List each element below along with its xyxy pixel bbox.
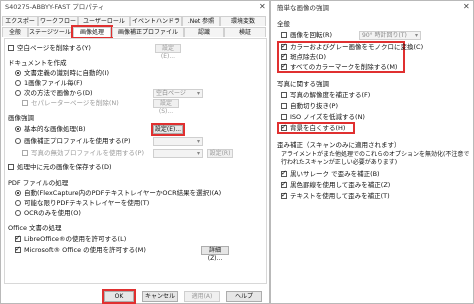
skew-text-checkbox[interactable] xyxy=(281,191,287,199)
pdf-ocr-radio[interactable] xyxy=(15,210,21,216)
doc-per-file-radio[interactable] xyxy=(15,80,21,86)
rotate-combo[interactable]: 90° 時計回り(T) ▾ xyxy=(359,31,421,40)
tab-recognition[interactable]: 認識 xyxy=(184,27,224,37)
title-bar: S40275-ABBYY-FAST プロパティ ✕ xyxy=(1,1,269,14)
skew-heading: 歪み補正（スキャンのみに適用されます） xyxy=(277,141,401,149)
rotate-checkbox[interactable] xyxy=(281,32,287,38)
despeckle-checkbox[interactable] xyxy=(281,52,287,60)
apply-button[interactable]: 適用(A) xyxy=(184,291,220,302)
write-profile-combo[interactable]: ▾ xyxy=(153,149,203,158)
doc-method-label: 次の方法で画像から(D) xyxy=(24,89,93,97)
skew-description-line1: アライメントがまた他処理でのこれらのオプションを無効化(不注意で xyxy=(281,151,470,158)
separator-label: セパレーターページを削除(N) xyxy=(31,99,119,107)
close-icon[interactable]: ✕ xyxy=(259,3,266,11)
libre-office-checkbox[interactable] xyxy=(15,234,21,242)
profile-settings-button[interactable]: 設定(R) xyxy=(207,149,233,158)
whiten-background-checkbox[interactable] xyxy=(281,123,287,131)
keep-original-checkbox[interactable] xyxy=(8,164,14,170)
tab-event-handler[interactable]: イベントハンドラ xyxy=(130,16,182,26)
chevron-down-icon: ▾ xyxy=(196,90,200,97)
pdf-auto-label: 自動(FlexCapture内のPDFテキストレイヤーかOCR結果を選択)(A) xyxy=(24,189,222,197)
black-bar-label: 黒いサレーク で歪みを補正(B) xyxy=(290,170,380,178)
image-enhance-heading: 画像強調 xyxy=(8,114,34,122)
pdf-text-label: 可能な限りPDFテキストレイヤーを使用(T) xyxy=(24,199,150,207)
simple-enhance-dialog: 簡単な画像の強調 ✕ 全般 画像を回転(R) 90° 時計回り(T) ▾ カラーお… xyxy=(270,0,474,304)
tab-workflow[interactable]: ワークフロー xyxy=(38,16,78,26)
rotate-label: 画像を回転(R) xyxy=(290,31,333,39)
doc-auto-label: 文書定義の識別時に自動的(I) xyxy=(24,69,109,77)
auto-crop-checkbox[interactable] xyxy=(281,103,287,109)
remove-color-label: すべてのカラーマークを削除する(M) xyxy=(290,63,398,71)
photo-heading: 写真に関する強調 xyxy=(277,80,329,88)
tab-export[interactable]: エクスポート xyxy=(2,16,38,34)
chevron-down-icon: ▾ xyxy=(196,150,200,157)
pdf-text-radio[interactable] xyxy=(15,200,21,206)
tab-general[interactable]: 全般 xyxy=(2,27,28,37)
ok-button[interactable]: OK xyxy=(102,289,136,304)
blank-pages-label: 空白ページを削除する(Y) xyxy=(17,44,91,52)
blank-pages-checkbox[interactable] xyxy=(8,45,14,51)
ms-office-checkbox[interactable] xyxy=(15,245,21,253)
office-heading: Office 文書の処理 xyxy=(8,224,62,232)
pdf-heading: PDF ファイルの処理 xyxy=(8,179,69,187)
tab-net-reference[interactable]: .Net 参照 xyxy=(182,16,220,26)
doc-method-combo[interactable]: 空白ページ ▾ xyxy=(153,89,203,98)
write-profile-label: 写真の無効プロファイルを使用する(P) xyxy=(31,149,144,157)
skew-lines-checkbox[interactable] xyxy=(281,180,287,188)
whiten-background-label: 背景を白くする(H) xyxy=(290,124,346,132)
tab-verification[interactable]: 検証 xyxy=(224,27,266,37)
chevron-down-icon: ▾ xyxy=(414,32,418,39)
doc-per-file-label: 1画像ファイル毎(F) xyxy=(24,79,83,87)
correct-resolution-label: 写真の解像度を補正する(F) xyxy=(290,91,371,99)
cancel-button[interactable]: キャンセル xyxy=(142,291,178,302)
remove-color-checkbox[interactable] xyxy=(281,62,287,70)
correct-resolution-checkbox[interactable] xyxy=(281,92,287,98)
black-bar-checkbox[interactable] xyxy=(281,169,287,177)
tab-image-processing[interactable]: 画像処理 xyxy=(71,25,113,39)
libre-office-label: LibreOffice®の使用を許可する(L) xyxy=(24,235,127,243)
window-title: S40275-ABBYY-FAST プロパティ xyxy=(5,3,105,11)
tab-image-profile[interactable]: 画像補正プロファイル xyxy=(112,27,184,37)
doc-split-heading: ドキュメントを作成 xyxy=(8,59,67,67)
tab-stage-tools[interactable]: ステージツール xyxy=(28,27,72,37)
basic-processing-settings-button[interactable]: 設定(E)... xyxy=(151,123,185,136)
separator-settings-button[interactable]: 設定(S)... xyxy=(153,99,179,115)
iso-noise-checkbox[interactable] xyxy=(281,114,287,120)
keep-original-label: 処理中に元の画像を保存する(D) xyxy=(17,163,112,171)
close-icon[interactable]: ✕ xyxy=(463,3,470,11)
ms-office-label: Microsoft® Office の使用を許可する(M) xyxy=(24,246,146,254)
details-button[interactable]: 詳細(Z)... xyxy=(201,246,229,262)
skew-description-line2: 行われたスキャンが正しい必要があります) xyxy=(281,159,398,166)
pdf-ocr-label: OCRのみを使用(O) xyxy=(24,209,81,217)
write-profile-checkbox[interactable] xyxy=(22,150,28,156)
blank-pages-settings-button[interactable]: 設定(E)... xyxy=(155,44,181,60)
tab-user-role[interactable]: ユーザーロール xyxy=(78,16,130,26)
profile-combo[interactable]: ▾ xyxy=(153,137,203,146)
enhance-dialog-title: 簡単な画像の強調 xyxy=(277,4,329,12)
pdf-auto-radio[interactable] xyxy=(15,190,21,196)
basic-processing-label: 基本的な画像処理(B) xyxy=(24,125,86,133)
chevron-down-icon: ▾ xyxy=(196,138,200,145)
general-heading: 全般 xyxy=(277,20,290,28)
despeckle-label: 斑点除去(D) xyxy=(290,53,327,61)
auto-crop-label: 自動切り抜き(P) xyxy=(290,102,338,110)
tab-env-vars[interactable]: 環境変数 xyxy=(220,16,266,26)
basic-processing-radio[interactable] xyxy=(15,126,21,132)
iso-noise-label: ISO ノイズを低減する(N) xyxy=(290,113,365,121)
profile-radio[interactable] xyxy=(15,138,21,144)
separator-checkbox[interactable] xyxy=(22,100,28,106)
doc-method-combo-value: 空白ページ xyxy=(156,90,186,97)
tab-strip: エクスポート ワークフロー ユーザーロール イベントハンドラ .Net 参照 環… xyxy=(2,16,268,39)
doc-auto-radio[interactable] xyxy=(15,70,21,76)
rotate-combo-value: 90° 時計回り(T) xyxy=(362,32,407,39)
skew-text-label: テキストを使用して歪みを補正(T) xyxy=(290,192,390,200)
profile-label: 画像補正プロファイルを使用する(P) xyxy=(24,137,131,145)
image-processing-panel: 空白ページを削除する(Y) 設定(E)... ドキュメントを作成 文書定義の識別… xyxy=(4,38,267,284)
properties-window: S40275-ABBYY-FAST プロパティ ✕ エクスポート ワークフロー … xyxy=(0,0,270,304)
help-button[interactable]: ヘルプ xyxy=(226,291,262,302)
doc-method-radio[interactable] xyxy=(15,90,21,96)
grayscale-label: カラーおよびグレー画像をモノクロに変換(C) xyxy=(290,43,424,51)
skew-lines-label: 黒色罫線を使用して歪みを補正(Z) xyxy=(290,181,391,189)
grayscale-checkbox[interactable] xyxy=(281,42,287,50)
